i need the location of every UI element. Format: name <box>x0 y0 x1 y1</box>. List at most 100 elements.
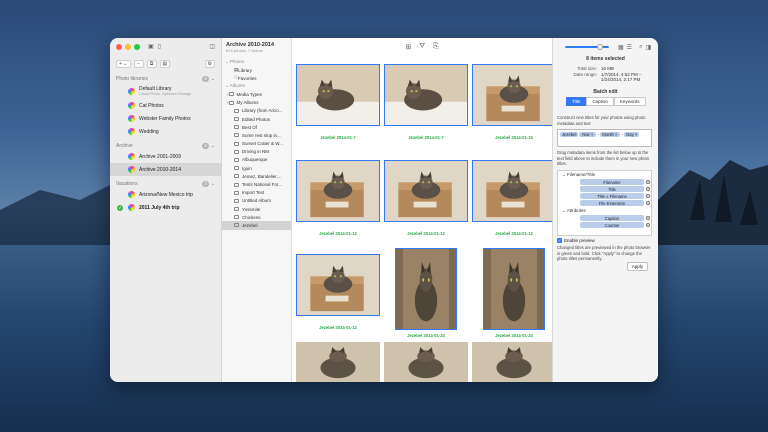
library-item[interactable]: ✓ 2011 July 4th trip <box>110 201 221 214</box>
metadata-field-item[interactable]: Title ≠ Filename <box>580 193 650 199</box>
grid-icon[interactable]: ▦ <box>618 44 624 51</box>
library-item[interactable]: Default Library Cloud Photo, Optimize Sto… <box>110 83 221 99</box>
metadata-field-item[interactable]: Filename <box>580 179 650 185</box>
title-template-field[interactable]: Jezebel Year × - Month × - Day × <box>557 129 652 147</box>
album-item[interactable]: › My Albums <box>222 99 291 107</box>
info-icon[interactable] <box>646 194 650 198</box>
chevron-down-icon[interactable]: ⌄ <box>211 181 215 187</box>
metadata-field-item[interactable]: Caption <box>580 215 650 221</box>
albums-section-header[interactable]: ⌄ Albums <box>222 82 291 90</box>
library-item[interactable]: Archive 2010-2014 <box>110 163 221 176</box>
metadata-token[interactable]: Jezebel <box>560 132 579 137</box>
tab-caption[interactable]: Caption <box>586 97 614 106</box>
photo-thumbnail[interactable] <box>472 64 556 126</box>
metadata-field-item[interactable]: File Extension <box>580 200 650 206</box>
photo-thumbnail[interactable] <box>472 342 556 382</box>
photo-thumbnail[interactable] <box>384 64 468 126</box>
metadata-token[interactable]: Year × <box>579 132 596 137</box>
album-item[interactable]: Sunset Crater & W... <box>222 140 291 148</box>
tab-title[interactable]: Title <box>566 97 587 106</box>
info-icon[interactable] <box>646 216 650 220</box>
info-icon[interactable] <box>646 180 650 184</box>
minimize-button[interactable] <box>125 44 131 50</box>
album-item[interactable]: Best Of <box>222 123 291 131</box>
grid-view-icon[interactable]: ⊞ <box>405 43 411 51</box>
photo-thumbnail-cell[interactable]: Jezebel 2014-01-12 <box>296 254 380 330</box>
photo-thumbnail[interactable] <box>296 342 380 382</box>
photo-thumbnail[interactable] <box>296 64 380 126</box>
photo-thumbnail-cell[interactable] <box>472 342 556 382</box>
library-group-header[interactable]: Vacations 2 ⌄ <box>110 179 221 188</box>
album-item[interactable]: Untitled Album <box>222 197 291 205</box>
library-item[interactable]: Arizona/New Mexico trip <box>110 188 221 201</box>
album-item[interactable]: Driving in NM <box>222 148 291 156</box>
photo-thumbnail[interactable] <box>296 160 380 222</box>
export-icon[interactable]: ⎘ <box>433 43 439 51</box>
enable-preview-checkbox[interactable]: ✓ Enable preview <box>557 238 595 243</box>
photo-thumbnail-cell[interactable]: Jezebel 2014-01-7 <box>384 64 468 140</box>
search-icon[interactable]: ⌕ <box>639 44 642 51</box>
library-item[interactable]: Wedding <box>110 125 221 138</box>
album-item[interactable]: Import Test <box>222 189 291 197</box>
photo-thumbnail[interactable] <box>483 248 545 330</box>
library-item[interactable]: Cat Photos <box>110 99 221 112</box>
tab-keywords[interactable]: Keywords <box>613 97 646 106</box>
close-button[interactable] <box>116 44 122 50</box>
album-item[interactable]: Iguin <box>222 164 291 172</box>
photo-thumbnail[interactable] <box>384 160 468 222</box>
album-item[interactable]: Tents National For... <box>222 180 291 188</box>
photo-thumbnail[interactable] <box>384 342 468 382</box>
info-button[interactable]: ▤ <box>159 60 171 68</box>
remove-library-button[interactable]: − <box>133 60 144 68</box>
metadata-field-item[interactable]: Counter <box>580 222 650 228</box>
album-item[interactable]: › Media Types <box>222 90 291 98</box>
library-group-header[interactable]: Photo libraries 4 ⌄ <box>110 74 221 83</box>
metadata-token[interactable]: Month × <box>600 132 620 137</box>
photo-thumbnail-cell[interactable]: Jezebel 2014-01-12 <box>472 160 556 236</box>
album-item[interactable]: Yosemite <box>222 205 291 213</box>
photo-thumbnail-cell[interactable] <box>296 342 380 382</box>
chevron-down-icon[interactable]: ⌄ <box>211 143 215 149</box>
new-group-button[interactable]: ⧉ <box>146 60 157 68</box>
album-item[interactable]: Library (from Arizo... <box>222 107 291 115</box>
album-item[interactable]: Jemez, Bandelier,... <box>222 172 291 180</box>
thumbnail-size-slider[interactable] <box>565 44 609 50</box>
library-item[interactable]: Webster Family Photos <box>110 112 221 125</box>
album-item[interactable]: Albuquerque <box>222 156 291 164</box>
photos-section-header[interactable]: ⌄ Photos <box>222 58 291 66</box>
photo-thumbnail-cell[interactable]: Jezebel 2014-01-24 <box>395 248 457 338</box>
info-icon[interactable] <box>646 201 650 205</box>
library-item[interactable]: Archive 2001-2009 <box>110 150 221 163</box>
photo-thumbnail-cell[interactable]: Jezebel 2014-01-24 <box>483 248 545 338</box>
metadata-token[interactable]: Day × <box>624 132 640 137</box>
photo-thumbnail-cell[interactable]: Jezebel 2014-01-12 <box>384 160 468 236</box>
photo-thumbnail-cell[interactable]: Jezebel 2014-01-15 <box>472 64 556 140</box>
field-group-header[interactable]: ⌄ Attributes <box>558 207 651 214</box>
slider-knob[interactable] <box>597 44 603 50</box>
zoom-button[interactable] <box>134 44 140 50</box>
list-icon[interactable]: ☰ <box>627 44 632 51</box>
album-item[interactable]: Some rest stop in... <box>222 131 291 139</box>
chevron-down-icon[interactable]: ⌄ <box>211 76 215 82</box>
album-item[interactable]: Edited Photos <box>222 115 291 123</box>
metadata-field-item[interactable]: Title <box>580 186 650 192</box>
document-icon[interactable]: ▯ <box>158 43 161 50</box>
photos-item[interactable]: ♡ Favorites <box>222 74 291 82</box>
settings-button[interactable]: ⚙ <box>204 60 215 68</box>
info-icon[interactable] <box>646 187 650 191</box>
photo-thumbnail-cell[interactable] <box>384 342 468 382</box>
add-library-button[interactable]: + ⌄ <box>116 60 131 68</box>
library-group-header[interactable]: Archive 2 ⌄ <box>110 141 221 150</box>
photo-thumbnail[interactable] <box>296 254 380 316</box>
info-icon[interactable] <box>646 223 650 227</box>
apply-button[interactable]: Apply <box>626 262 648 271</box>
album-item[interactable]: Chickens <box>222 213 291 221</box>
library-icon[interactable]: ▣ <box>148 43 154 50</box>
field-group-header[interactable]: ⌄ Filename/Title <box>558 171 651 178</box>
photos-item[interactable]: ▤ Library <box>222 66 291 74</box>
sidebar-toggle-icon[interactable]: ◫ <box>209 43 215 50</box>
photo-thumbnail-cell[interactable]: Jezebel 2014-01-7 <box>296 64 380 140</box>
album-item[interactable]: Jezebel <box>222 221 291 230</box>
inspector-toggle-icon[interactable]: ◨ <box>645 44 651 51</box>
photo-thumbnail-cell[interactable]: Jezebel 2014-01-12 <box>296 160 380 236</box>
